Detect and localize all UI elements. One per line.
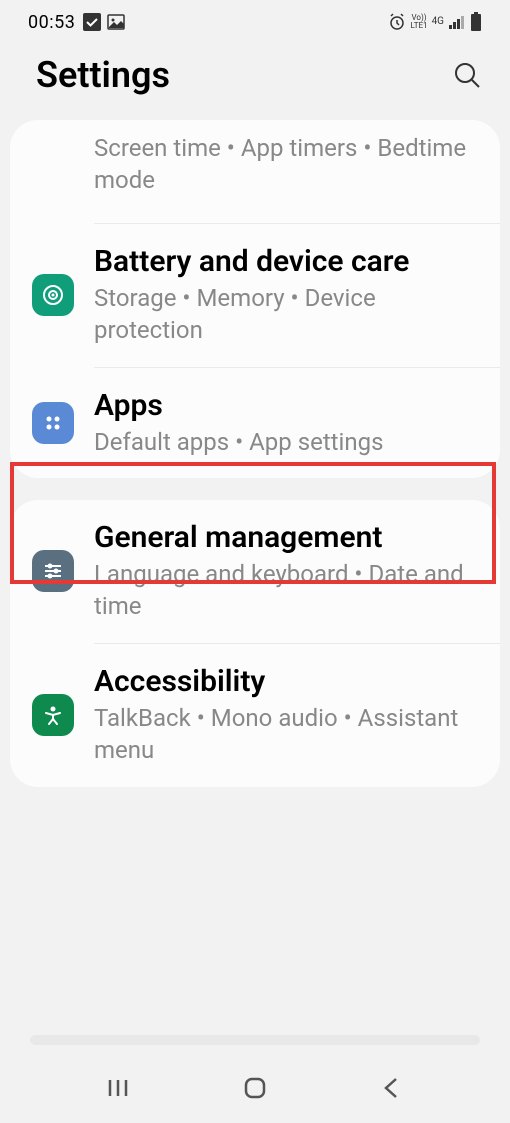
- list-item-accessibility[interactable]: Accessibility TalkBack • Mono audio • As…: [10, 644, 500, 787]
- settings-card-1: Screen time • App timers • Bedtime mode …: [10, 120, 500, 478]
- signal-icon: [448, 14, 466, 30]
- item-subtitle: Language and keyboard • Date and time: [94, 558, 476, 623]
- network-label-block: Vo)) LTE1: [411, 14, 428, 30]
- item-title: Apps: [94, 388, 476, 424]
- apps-icon: [32, 402, 74, 444]
- network-gen: 4G: [432, 17, 444, 27]
- list-item-general-management[interactable]: General management Language and keyboard…: [10, 500, 500, 643]
- status-icons-left: [83, 13, 125, 31]
- status-time: 00:53: [28, 12, 75, 33]
- item-title: General management: [94, 520, 476, 556]
- lte-label: LTE1: [411, 22, 428, 30]
- header: Settings: [0, 40, 510, 120]
- item-title: Battery and device care: [94, 244, 476, 280]
- status-right: Vo)) LTE1 4G: [387, 12, 483, 32]
- item-title: Accessibility: [94, 664, 476, 700]
- list-item-battery-device-care[interactable]: Battery and device care Storage • Memory…: [10, 224, 500, 367]
- list-item-digital-wellbeing-partial[interactable]: Screen time • App timers • Bedtime mode: [10, 120, 500, 223]
- item-content: Battery and device care Storage • Memory…: [94, 244, 476, 347]
- status-bar: 00:53 Vo)) LTE1 4G: [0, 0, 510, 40]
- item-content: Apps Default apps • App settings: [94, 388, 476, 458]
- battery-care-icon: [32, 274, 74, 316]
- settings-card-2: General management Language and keyboard…: [10, 500, 500, 787]
- item-subtitle: Storage • Memory • Device protection: [94, 282, 476, 347]
- search-icon[interactable]: [452, 60, 482, 90]
- back-button[interactable]: [378, 1074, 406, 1102]
- recents-button[interactable]: [104, 1074, 132, 1102]
- status-left: 00:53: [28, 12, 125, 33]
- accessibility-icon: [32, 694, 74, 736]
- item-subtitle: Default apps • App settings: [94, 426, 476, 458]
- image-icon: [107, 13, 125, 31]
- item-content: General management Language and keyboard…: [94, 520, 476, 623]
- page-title: Settings: [36, 54, 170, 96]
- checkbox-icon: [83, 13, 101, 31]
- general-management-icon: [32, 550, 74, 592]
- item-subtitle: Screen time • App timers • Bedtime mode: [94, 132, 476, 197]
- alarm-icon: [387, 12, 407, 32]
- item-content: Accessibility TalkBack • Mono audio • As…: [94, 664, 476, 767]
- navigation-bar: [0, 1053, 510, 1123]
- home-button[interactable]: [241, 1074, 269, 1102]
- battery-icon: [470, 12, 482, 32]
- scroll-indicator: [30, 1035, 480, 1045]
- list-item-apps[interactable]: Apps Default apps • App settings: [10, 368, 500, 478]
- item-subtitle: TalkBack • Mono audio • Assistant menu: [94, 702, 476, 767]
